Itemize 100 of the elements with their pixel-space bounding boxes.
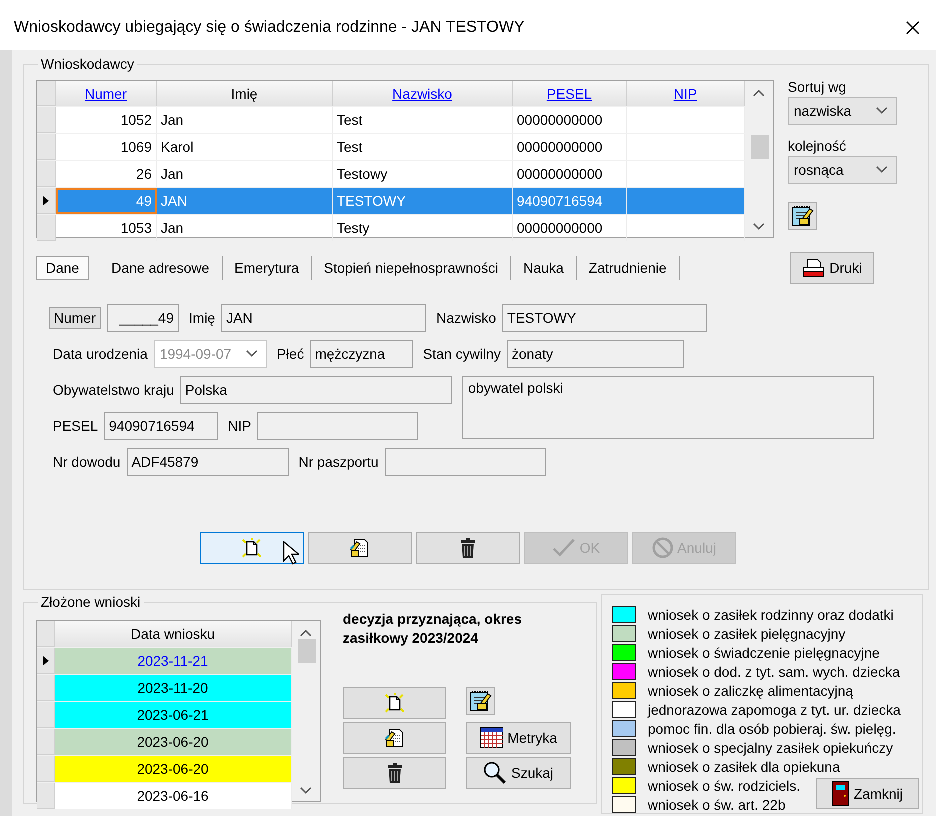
table-row[interactable]: 1053 Jan Testy 00000000000 <box>37 215 745 242</box>
printer-icon <box>802 258 826 278</box>
input-field[interactable] <box>257 412 418 440</box>
table-cell: TESTOWY <box>333 188 513 214</box>
input-field[interactable]: mężczyzna <box>310 340 414 368</box>
table-cell: 00000000000 <box>513 161 627 187</box>
row-header[interactable] <box>37 188 56 214</box>
chevron-down-icon <box>300 787 312 795</box>
input-field[interactable]: JAN <box>221 304 426 332</box>
no-entry-icon <box>652 537 674 559</box>
table-cell: 00000000000 <box>513 134 627 160</box>
table-row[interactable]: 1052 Jan Test 00000000000 <box>37 107 745 134</box>
table-cell: Test <box>333 134 513 160</box>
chevron-up-icon <box>753 89 765 97</box>
table-cell: 26 <box>56 161 157 187</box>
legend-label: wniosek o dod. z tyt. sam. wych. dziecka <box>648 664 900 680</box>
scrollbar-thumb[interactable] <box>298 639 316 663</box>
table-cell: 94090716594 <box>513 188 627 214</box>
chevron-up-icon <box>300 629 312 637</box>
trash-icon <box>458 537 478 559</box>
input-field[interactable]: żonaty <box>507 340 684 368</box>
close-window-button[interactable]: Zamknij <box>816 778 919 809</box>
legend-label: wniosek o zasiłek pielęgnacyjny <box>648 626 846 642</box>
register-button[interactable]: Metryka <box>466 722 571 754</box>
table-cell: Testowy <box>333 161 513 187</box>
decision-text: decyzja przyznająca, okres zasiłkowy 2023/2024 <box>343 610 523 648</box>
legend-label: wniosek o świadczenie pielęgnacyjne <box>648 644 880 660</box>
column-header-link[interactable]: Numer <box>56 81 157 106</box>
delete-button[interactable] <box>343 757 446 789</box>
input-field[interactable]: Polska <box>180 376 452 404</box>
legend-label: wniosek o zasiłek dla opiekuna <box>648 758 840 774</box>
field-label: Stan cywilny <box>423 346 501 362</box>
chevron-down-icon <box>876 166 888 174</box>
table-cell: Testy <box>333 215 513 241</box>
table-cell: 00000000000 <box>513 215 627 241</box>
input-field[interactable]: TESTOWY <box>502 304 708 332</box>
tab[interactable]: Dane <box>36 256 90 280</box>
tab[interactable]: Dane adresowe <box>99 256 223 280</box>
delete-button[interactable] <box>416 532 520 564</box>
sort-label: Sortuj wg <box>788 79 846 95</box>
tab[interactable]: Nauka <box>511 256 577 280</box>
table-cell: JAN <box>157 188 333 214</box>
chevron-down-icon <box>753 223 765 231</box>
table-cell: 1053 <box>56 215 157 241</box>
field-label: Płeć <box>276 346 304 362</box>
legend-label: jednorazowa zapomoga z tyt. ur. dziecka <box>648 702 901 718</box>
field-label: Data urodzenia <box>53 346 148 362</box>
field-label: Nazwisko <box>436 310 496 326</box>
notes-button[interactable] <box>788 202 817 230</box>
table-cell: 00000000000 <box>513 107 627 133</box>
scrollbar[interactable] <box>292 621 320 801</box>
table-cell: Jan <box>157 107 333 133</box>
scrollbar-thumb[interactable] <box>751 135 769 159</box>
new-button[interactable] <box>200 532 304 564</box>
window-title: Wnioskodawcy ubiegający się o świadczenia rodzinne - JAN TESTOWY <box>14 19 525 37</box>
field-label: Numer <box>49 307 102 329</box>
legend-label: wniosek o zaliczkę alimentacyjną <box>648 682 854 698</box>
close-icon <box>905 20 921 36</box>
field-label: Obywatelstwo kraju <box>53 382 174 398</box>
tab[interactable]: Zatrudnienie <box>576 256 680 280</box>
group-title: Wnioskodawcy <box>40 56 136 72</box>
document-pencil-icon <box>349 537 371 559</box>
notes-button[interactable] <box>466 687 495 715</box>
chevron-down-icon <box>246 350 258 358</box>
dropdown[interactable]: rosnąca <box>788 156 897 184</box>
input-field[interactable]: _____49 <box>107 304 180 332</box>
order-label: kolejność <box>788 138 846 154</box>
column-header-link[interactable]: PESEL <box>513 81 627 106</box>
input-field[interactable] <box>384 448 546 476</box>
new-document-icon <box>384 692 406 714</box>
input-field[interactable]: ADF45879 <box>126 448 289 476</box>
dropdown[interactable]: nazwiska <box>788 97 897 125</box>
field-label: NIP <box>228 418 252 434</box>
edit-button[interactable] <box>308 532 412 564</box>
edit-button[interactable] <box>343 722 446 754</box>
search-icon <box>483 761 508 785</box>
notepad-pencil-icon <box>468 689 492 713</box>
table-cell: Karol <box>157 134 333 160</box>
notepad-pencil-icon <box>790 204 814 228</box>
input-field[interactable]: 94090716594 <box>104 412 218 440</box>
print-button[interactable]: Druki <box>790 252 874 284</box>
legend-label: wniosek o św. art. 22b <box>648 796 786 812</box>
scrollbar[interactable] <box>745 81 773 237</box>
text-area[interactable]: obywatel polski <box>462 376 874 439</box>
column-header-link[interactable]: Nazwisko <box>333 81 513 106</box>
table-cell: 1069 <box>56 134 157 160</box>
table-row[interactable]: 1069 Karol Test 00000000000 <box>37 134 745 161</box>
table-cell: Jan <box>157 161 333 187</box>
search-button[interactable]: Szukaj <box>466 757 571 789</box>
tab[interactable]: Emerytura <box>222 256 312 280</box>
mouse-pointer-icon <box>283 541 299 565</box>
field-label: Nr paszportu <box>298 454 379 470</box>
column-header: Imię <box>157 81 333 106</box>
legend-label: wniosek o zasiłek rodzinny oraz dodatki <box>648 606 894 622</box>
table-cell: 1052 <box>56 107 157 133</box>
tab[interactable]: Stopień niepełnosprawności <box>312 256 512 280</box>
table-cell: 49 <box>56 188 157 214</box>
field-label: PESEL <box>53 418 98 434</box>
document-pencil-icon <box>384 727 406 749</box>
row-header[interactable] <box>37 648 55 674</box>
